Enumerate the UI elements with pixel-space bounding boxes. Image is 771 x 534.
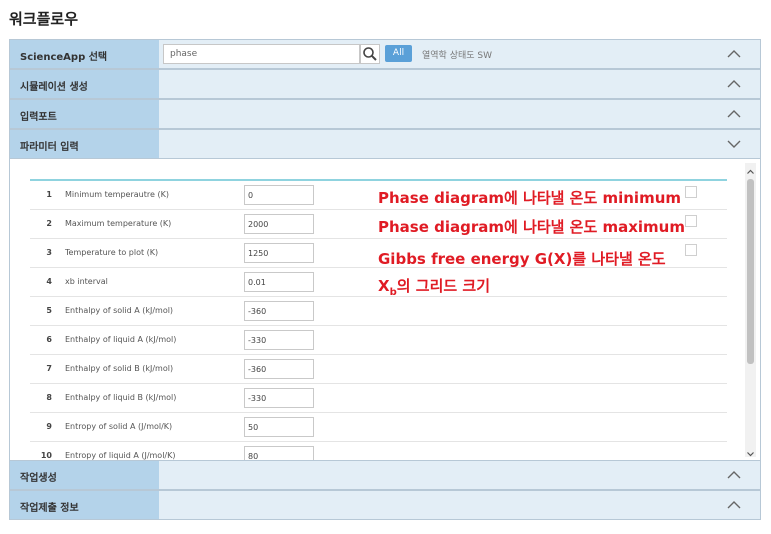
param-value-input[interactable]: 0 <box>244 185 314 205</box>
chevron-up-icon[interactable] <box>726 497 742 513</box>
row-number: 8 <box>46 393 52 402</box>
annotation-line-3: Gibbs free energy G(X)를 나타낼 온도 <box>378 250 666 268</box>
param-value-input[interactable]: 80 <box>244 446 314 461</box>
table-row: 9 Entropy of solid A (J/mol/K) 50 <box>30 413 727 442</box>
param-name: Entropy of solid A (J/mol/K) <box>65 422 173 431</box>
param-value-input[interactable]: -330 <box>244 330 314 350</box>
row-number: 2 <box>46 219 52 228</box>
param-name: xb interval <box>65 277 108 286</box>
param-checkbox[interactable] <box>685 215 697 227</box>
chevron-down-icon[interactable] <box>726 136 742 152</box>
job-submit-section-header[interactable]: 작업제출 정보 <box>9 490 761 520</box>
annotation-line-4: Xb의 그리드 크기 <box>378 275 490 298</box>
row-number: 4 <box>46 277 52 286</box>
scienceapp-section-label: ScienceApp 선택 <box>10 40 159 68</box>
scroll-up-icon[interactable] <box>745 163 756 175</box>
table-row: 5 Enthalpy of solid A (kJ/mol) -360 <box>30 297 727 326</box>
chevron-up-icon[interactable] <box>726 76 742 92</box>
param-value-input[interactable]: -330 <box>244 388 314 408</box>
table-row: 6 Enthalpy of liquid A (kJ/mol) -330 <box>30 326 727 355</box>
chevron-up-icon[interactable] <box>726 46 742 62</box>
input-port-section-header[interactable]: 입력포트 <box>9 99 761 129</box>
annotation-line-2: Phase diagram에 나타낼 온도 maximum <box>378 218 685 236</box>
job-submit-section-label: 작업제출 정보 <box>10 491 159 519</box>
search-hint-text: 열역학 상태도 SW <box>422 51 493 61</box>
search-button[interactable] <box>360 44 380 64</box>
page-title: 워크플로우 <box>9 10 79 28</box>
table-row: 10 Entropy of liquid A (J/mol/K) 80 <box>30 442 727 461</box>
param-value-input[interactable]: -360 <box>244 359 314 379</box>
row-number: 1 <box>46 190 52 199</box>
param-value-input[interactable]: -360 <box>244 301 314 321</box>
param-checkbox[interactable] <box>685 186 697 198</box>
param-name: Minimum temperautre (K) <box>65 190 169 199</box>
annotation-rest: 의 그리드 크기 <box>396 277 490 295</box>
scroll-thumb[interactable] <box>747 179 754 364</box>
all-button[interactable]: All <box>385 45 412 62</box>
simulation-section-label: 시뮬레이션 생성 <box>10 70 159 98</box>
param-value-input[interactable]: 2000 <box>244 214 314 234</box>
scienceapp-section-header[interactable]: ScienceApp 선택 phase All 열역학 상태도 SW <box>9 39 761 69</box>
param-name: Maximum temperature (K) <box>65 219 172 228</box>
row-number: 3 <box>46 248 52 257</box>
row-number: 9 <box>46 422 52 431</box>
scienceapp-search-input[interactable]: phase <box>163 44 360 64</box>
input-port-section-label: 입력포트 <box>10 100 159 128</box>
row-number: 5 <box>46 306 52 315</box>
param-value-input[interactable]: 1250 <box>244 243 314 263</box>
param-name: Enthalpy of solid B (kJ/mol) <box>65 364 174 373</box>
param-value-input[interactable]: 50 <box>244 417 314 437</box>
job-create-section-header[interactable]: 작업생성 <box>9 460 761 490</box>
chevron-up-icon[interactable] <box>726 106 742 122</box>
parameters-section-header[interactable]: 파라미터 입력 <box>9 129 761 159</box>
table-row: 8 Enthalpy of liquid B (kJ/mol) -330 <box>30 384 727 413</box>
row-number: 6 <box>46 335 52 344</box>
row-number: 10 <box>40 451 52 460</box>
param-name: Entropy of liquid A (J/mol/K) <box>65 451 176 460</box>
annotation-line-1: Phase diagram에 나타낼 온도 minimum <box>378 189 682 207</box>
job-create-section-label: 작업생성 <box>10 461 159 489</box>
vertical-scrollbar[interactable] <box>745 163 756 457</box>
param-name: Temperature to plot (K) <box>65 248 159 257</box>
annotation-subscript: b <box>389 287 397 298</box>
simulation-section-header[interactable]: 시뮬레이션 생성 <box>9 69 761 99</box>
param-name: Enthalpy of liquid A (kJ/mol) <box>65 335 177 344</box>
param-checkbox[interactable] <box>685 244 697 256</box>
parameters-section-label: 파라미터 입력 <box>10 130 159 158</box>
table-row: 7 Enthalpy of solid B (kJ/mol) -360 <box>30 355 727 384</box>
scroll-down-icon[interactable] <box>745 445 756 457</box>
param-name: Enthalpy of liquid B (kJ/mol) <box>65 393 177 402</box>
chevron-up-icon[interactable] <box>726 467 742 483</box>
annotation-x: X <box>378 277 390 295</box>
row-number: 7 <box>46 364 52 373</box>
param-name: Enthalpy of solid A (kJ/mol) <box>65 306 174 315</box>
param-value-input[interactable]: 0.01 <box>244 272 314 292</box>
search-icon <box>363 47 377 61</box>
